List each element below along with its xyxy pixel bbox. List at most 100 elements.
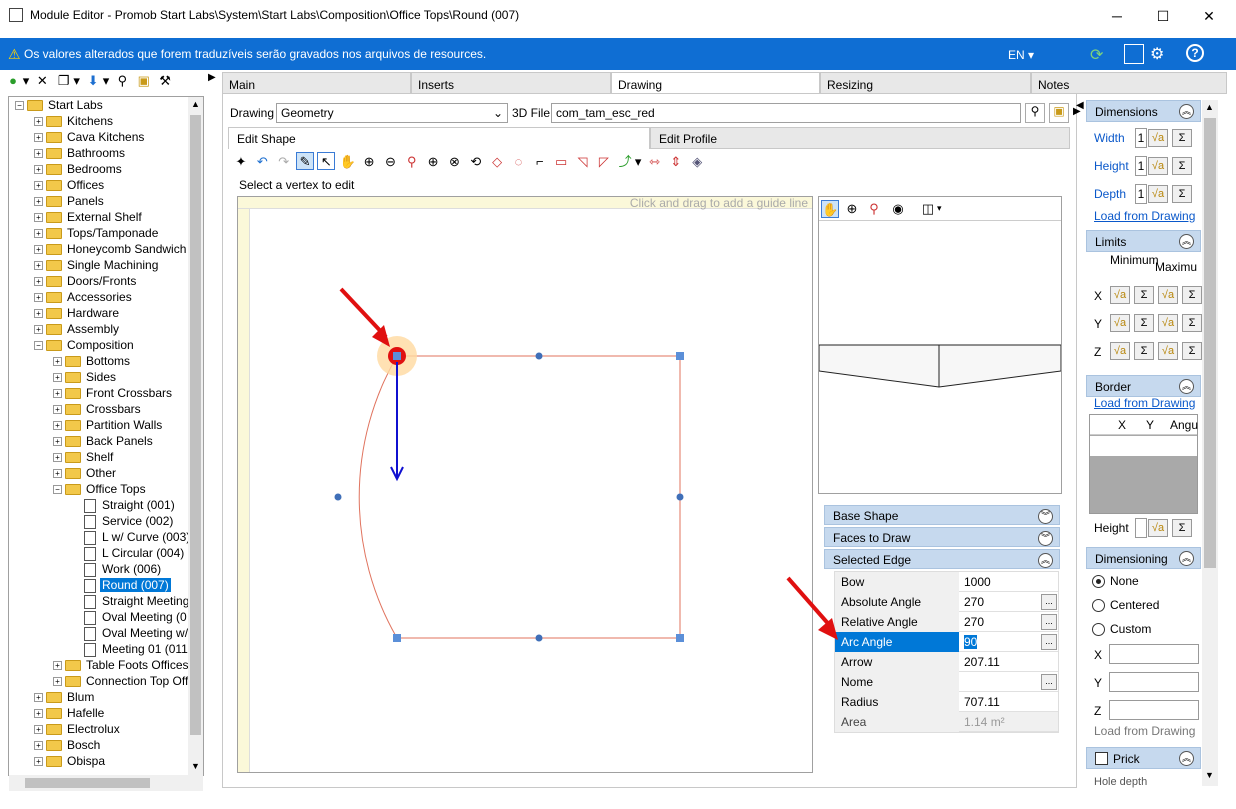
tree-node[interactable]: + Blum [34,689,96,705]
zoom-fit-icon[interactable]: ⊕ [360,153,378,171]
expand-toggle-icon[interactable]: + [34,293,43,303]
right-panel-scrollbar[interactable]: ▲ ▼ [1202,100,1218,786]
search-file-icon[interactable]: ⚲ [1025,103,1045,123]
width-value[interactable]: 1 [1135,128,1147,148]
shape-canvas[interactable]: Click and drag to add a guide line [237,196,813,773]
tree-node[interactable]: − Start Labs [15,97,105,113]
scroll-thumb[interactable] [25,778,150,788]
expand-toggle-icon[interactable]: + [34,117,43,127]
dim-z-input[interactable] [1109,700,1199,720]
tab-drawing[interactable]: Drawing [611,72,820,95]
dim-load-link[interactable]: Load from Drawing [1094,724,1195,738]
tree-node[interactable]: L Circular (004) [72,545,186,561]
expand-toggle-icon[interactable]: + [53,661,62,671]
expand-toggle-icon[interactable]: + [53,389,62,399]
formula-icon[interactable]: √a [1158,286,1178,304]
pan-icon[interactable]: ✋ [821,200,839,218]
radio-icon[interactable] [1092,599,1105,613]
tree-node[interactable]: + Sides [53,369,118,385]
tab-inserts[interactable]: Inserts [411,72,611,94]
tree-node[interactable]: + Bathrooms [34,145,127,161]
sum-icon[interactable]: Σ [1172,519,1192,537]
tree-node[interactable]: + Crossbars [53,401,143,417]
redo-icon[interactable]: ↷ [275,153,293,171]
expand-icon[interactable]: ︾ [1038,509,1053,524]
expand-toggle-icon[interactable]: + [34,741,43,751]
chevron-down-icon[interactable]: ▾ [634,153,642,171]
tree-node[interactable]: + Bosch [34,737,102,753]
collapse-icon[interactable]: ︽ [1179,751,1194,766]
layers-icon[interactable]: ◈ [688,153,706,171]
tree-node[interactable]: − Composition [34,337,136,353]
expand-toggle-icon[interactable]: + [53,677,62,687]
chamfer-icon[interactable]: ◇ [488,153,506,171]
tree-node[interactable]: + Back Panels [53,433,155,449]
border-height-input[interactable] [1135,518,1147,538]
3d-file-input[interactable]: com_tam_esc_red [551,103,1021,123]
sum-icon[interactable]: Σ [1182,314,1202,332]
sum-icon[interactable]: Σ [1182,342,1202,360]
open-folder-icon[interactable]: ▣ [1049,103,1069,123]
dimensions-header[interactable]: Dimensions ︽ [1086,100,1201,122]
cube-icon[interactable]: ◫ [919,200,937,218]
scroll-thumb[interactable] [190,115,201,735]
help-icon[interactable]: ? [1186,44,1204,62]
property-row[interactable]: Bow 1000 [835,572,1058,592]
preview-3d-view[interactable] [819,343,1061,393]
expand-toggle-icon[interactable]: + [34,197,43,207]
property-row[interactable]: Arrow 207.11 [835,652,1058,672]
expand-toggle-icon[interactable]: + [53,405,62,415]
property-row[interactable]: Area 1.14 m² [835,712,1058,732]
depth-value[interactable]: 1 [1135,184,1147,204]
expand-toggle-icon[interactable]: + [34,165,43,175]
dimensioning-radio[interactable]: None [1092,574,1139,589]
tree-node[interactable]: − Office Tops [53,481,148,497]
dxf-icon[interactable]: ⤴ [616,153,634,171]
radio-icon[interactable] [1092,623,1105,637]
tree-node[interactable]: Round (007) [72,577,171,593]
tree-node[interactable]: + Connection Top Offi [53,673,193,689]
collapse-arrow-icon[interactable]: ▶ [208,72,216,83]
tree-node[interactable]: + Cava Kitchens [34,129,146,145]
collapse-icon[interactable]: ︽ [1179,379,1194,394]
edit-vertex-icon[interactable]: ✎ [296,152,315,170]
expand-toggle-icon[interactable]: + [34,725,43,735]
expand-toggle-icon[interactable]: + [53,437,62,447]
add-icon[interactable]: ● [4,72,22,90]
scroll-thumb[interactable] [1204,118,1216,568]
property-group-header[interactable]: Base Shape ︾ [824,505,1060,525]
select-icon[interactable]: ↖ [317,152,336,170]
formula-icon[interactable]: √a [1110,314,1130,332]
tree-node[interactable]: Straight Meeting [72,593,191,609]
expand-toggle-icon[interactable]: − [15,101,24,111]
mirror-icon[interactable]: ⇿ [646,153,664,171]
tree-node[interactable]: Service (002) [72,513,175,529]
expand-toggle-icon[interactable]: + [34,149,43,159]
sum-icon[interactable]: Σ [1182,286,1202,304]
tree-node[interactable]: + Hardware [34,305,121,321]
dimensioning-radio[interactable]: Custom [1092,622,1151,637]
tree-node[interactable]: + Electrolux [34,721,122,737]
ellipsis-button[interactable]: ... [1041,674,1057,690]
tree-node[interactable]: + Doors/Fronts [34,273,138,289]
dim-x-input[interactable] [1109,644,1199,664]
tree-node[interactable]: + External Shelf [34,209,144,225]
extend-icon[interactable]: ◸ [595,153,613,171]
tree-node[interactable]: + Honeycomb Sandwich [34,241,188,257]
panel-toggle-icon[interactable]: ◀ [1076,100,1084,111]
property-value[interactable]: 1.14 m² [959,712,1058,732]
expand-toggle-icon[interactable]: − [34,341,43,351]
property-row[interactable]: Absolute Angle 270... [835,592,1058,612]
folder-icon[interactable]: ▣ [135,72,153,90]
property-value[interactable]: 1000 [959,572,1058,592]
sum-icon[interactable]: Σ [1172,129,1192,147]
border-table[interactable]: X Y Angu [1089,414,1198,514]
drawing-mode-select[interactable]: Geometry ⌄ [276,103,508,123]
trim-icon[interactable]: ◹ [574,153,592,171]
ellipsis-button[interactable]: ... [1041,614,1057,630]
tree-node[interactable]: Work (006) [72,561,163,577]
minimize-button[interactable]: ─ [1094,0,1140,32]
expand-toggle-icon[interactable]: + [34,213,43,223]
expand-toggle-icon[interactable]: + [34,325,43,335]
property-group-header[interactable]: Faces to Draw ︾ [824,527,1060,547]
